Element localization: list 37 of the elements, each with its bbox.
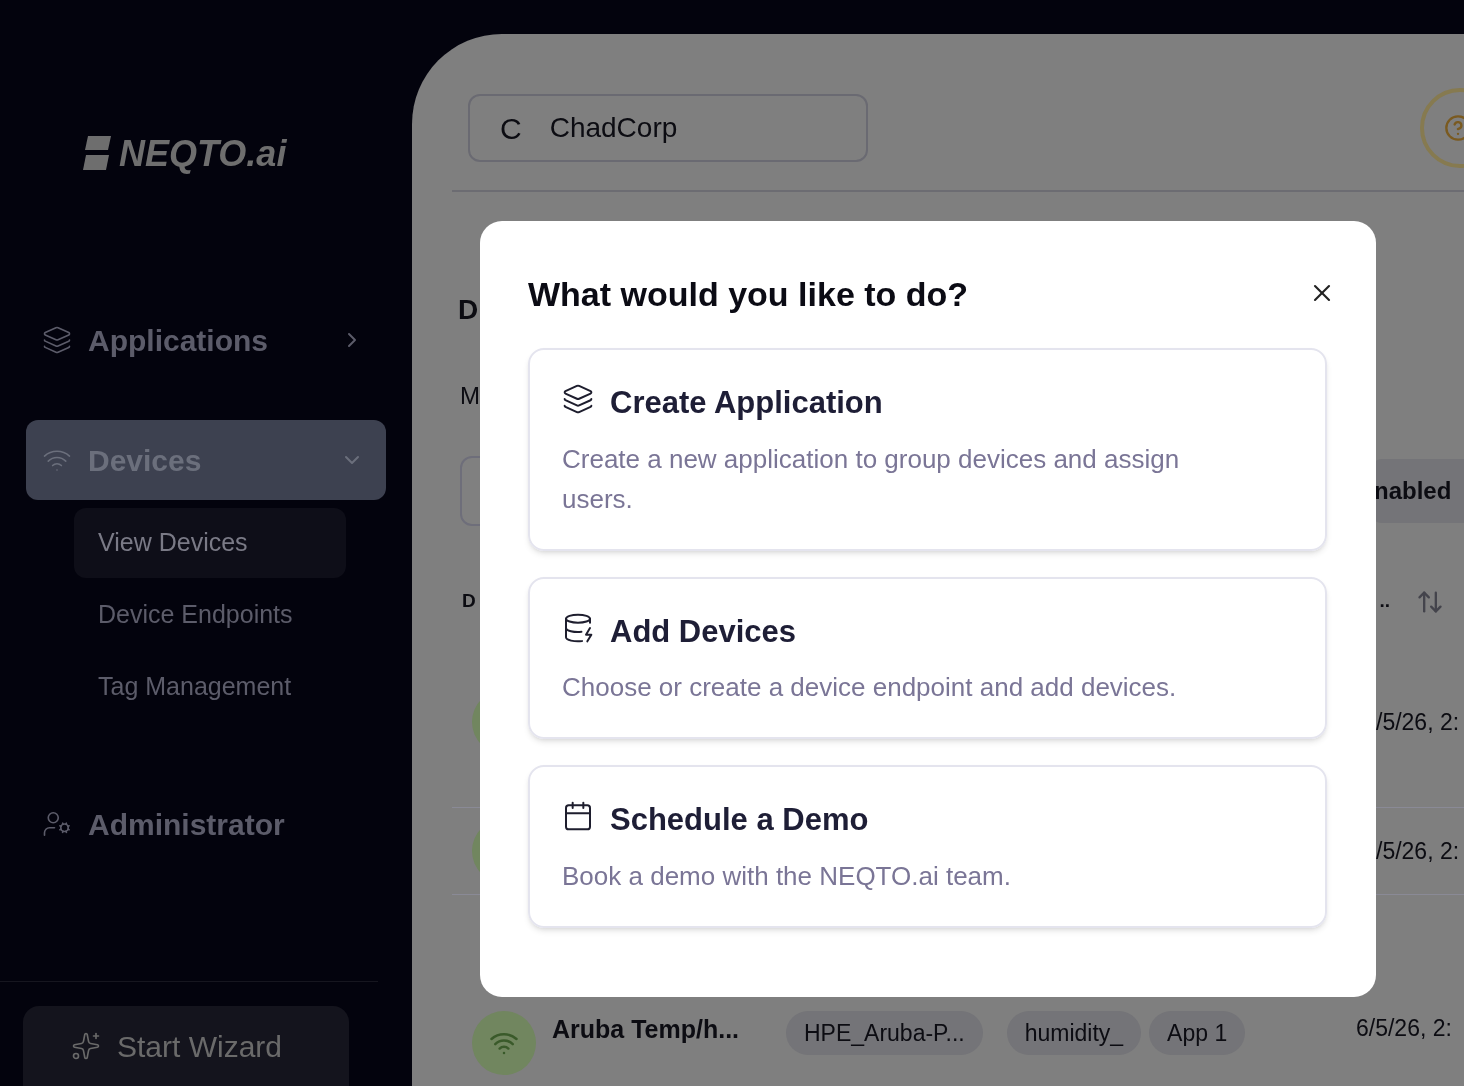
database-icon <box>562 611 594 644</box>
device-name: Aruba Temp/h... <box>552 1014 741 1046</box>
tag-chip: humidity_ <box>1006 1011 1142 1056</box>
tag-chip: App 1 <box>1149 1011 1246 1056</box>
column-header: D <box>462 589 476 614</box>
start-wizard-button[interactable]: Start Wizard <box>23 1006 349 1086</box>
calendar-icon <box>562 800 594 833</box>
submenu-item[interactable]: Device Endpoints <box>74 580 346 650</box>
date-cell-text: 6/5/26, 2: <box>1356 1014 1453 1044</box>
option-card[interactable]: Schedule a Demo Book a demo with the NEQTO.ai team. <box>528 765 1327 928</box>
help-icon <box>1444 114 1464 142</box>
option-description: Create a new application to group devices and assign users. <box>562 442 1181 516</box>
sidebar-item[interactable]: Administrator <box>26 784 386 864</box>
endpoint-chip: HPE_Aruba-P... <box>786 1011 983 1056</box>
option-card[interactable]: Create Application Create a new application to group devices and assign users. <box>528 348 1327 551</box>
date-cell-text: /5/26, 2: <box>1376 836 1461 866</box>
date-cell-text: /5/26, 2: <box>1376 707 1461 737</box>
option-description: Book a demo with the NEQTO.ai team. <box>562 859 1012 893</box>
user-gear-icon <box>42 809 72 839</box>
logo-icon <box>83 136 111 170</box>
logo-text: NEQTO.ai <box>119 136 287 172</box>
sparkle-icon <box>71 1031 101 1061</box>
option-title: Schedule a Demo <box>610 801 869 839</box>
submenu-item[interactable]: Tag Management <box>74 652 346 722</box>
layers-icon <box>562 383 594 416</box>
page-title: D <box>458 296 479 324</box>
option-card[interactable]: Add Devices Choose or create a device endpoint and add devices. <box>528 576 1327 739</box>
option-title: Add Devices <box>610 612 797 651</box>
organization-selector[interactable]: C ChadCorp <box>468 94 868 162</box>
sidebar-item[interactable]: Applications <box>26 300 386 380</box>
submenu-item[interactable]: View Devices <box>74 508 346 578</box>
dialog-title: What would you like to do? <box>528 274 969 315</box>
option-title: Create Application <box>610 384 883 422</box>
layers-icon <box>42 325 72 355</box>
option-description: Choose or create a device endpoint and add devices. <box>562 671 1178 704</box>
page-subtitle: M <box>460 384 480 408</box>
column-header: .. <box>1379 589 1390 614</box>
